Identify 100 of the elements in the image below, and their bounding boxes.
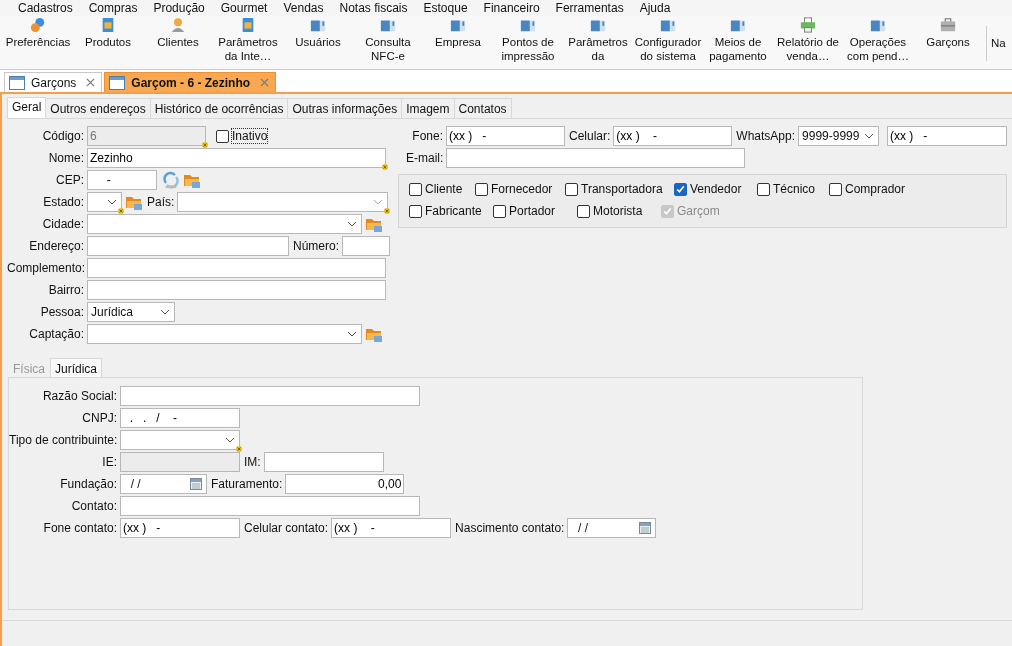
checkbox-label: Cliente (425, 182, 463, 196)
menu-item[interactable]: Compras (80, 1, 146, 15)
checkbox-label: Portador (509, 204, 556, 218)
checkbox[interactable] (216, 129, 229, 143)
field-label: Estado: (42, 195, 85, 209)
checkbox-label: Vendedor (690, 182, 742, 196)
field-label: CEP: (55, 173, 85, 187)
city-dropdown[interactable] (87, 214, 362, 234)
person-type-dropdown[interactable]: Jurídica (87, 302, 175, 322)
toolbar-button[interactable]: Empresa (422, 16, 494, 69)
toolbar-button[interactable]: Operações com pend… (842, 16, 914, 69)
menu-item[interactable]: Financeiro (475, 1, 548, 15)
checkbox[interactable] (757, 182, 770, 196)
chevron-icon (225, 437, 235, 443)
checkbox-label: Fabricante (425, 204, 482, 218)
menu-item[interactable]: Ferramentas (547, 1, 632, 15)
postal-code-field[interactable]: - (87, 170, 157, 190)
form-tab[interactable]: Outras informações (287, 98, 403, 118)
toolbar-button[interactable]: Usuários (282, 16, 354, 69)
toolbar-button[interactable]: Meios de pagamento (702, 16, 774, 69)
state-dropdown[interactable] (87, 192, 122, 212)
district-field[interactable] (87, 280, 386, 300)
checkbox-label: Transportadora (581, 182, 663, 196)
person-type-tab[interactable]: Jurídica (50, 358, 103, 377)
name-field[interactable]: Zezinho (87, 148, 386, 168)
window-icon (9, 75, 25, 90)
toolbar-button[interactable]: Garçons (912, 16, 984, 69)
field-label: Fone: (411, 129, 444, 143)
chevron-icon (160, 309, 170, 315)
toolbar-button[interactable]: Relatório de venda… (772, 16, 844, 69)
checkbox[interactable] (577, 204, 590, 218)
number-field[interactable] (342, 236, 390, 256)
contact-field[interactable] (120, 496, 420, 516)
company-name-field[interactable] (120, 386, 420, 406)
field-label: Faturamento: (210, 477, 284, 491)
checkbox[interactable] (409, 204, 422, 218)
country-dropdown[interactable] (177, 192, 389, 212)
calendar-icon[interactable] (190, 478, 202, 490)
complement-field[interactable] (87, 258, 386, 278)
menu-item[interactable]: Gourmet (212, 1, 276, 15)
checkbox[interactable] (565, 182, 578, 196)
revenue-field[interactable]: 0,00 (285, 474, 405, 494)
toolbar-button[interactable]: Parâmetros da (562, 16, 634, 69)
source-dropdown[interactable] (87, 324, 362, 344)
taxpayer-type-dropdown[interactable] (120, 430, 240, 450)
contact-mobile-field[interactable]: (xx ) - (331, 518, 452, 538)
document-tab[interactable]: Garçons (4, 72, 103, 92)
municipal-registration-field[interactable] (263, 452, 384, 472)
toolbar-button[interactable]: Clientes (142, 16, 214, 69)
menu-item[interactable]: Estoque (415, 1, 476, 15)
field-label: Razão Social: (41, 389, 118, 403)
form-tab[interactable]: Imagem (401, 98, 455, 118)
field-label: Complemento: (7, 261, 87, 275)
toolbar-button[interactable]: Configurador do sistema (632, 16, 704, 69)
close-icon[interactable] (260, 78, 270, 87)
calendar-icon[interactable] (639, 522, 652, 534)
toolbar-button[interactable]: Consulta NFC-e (352, 16, 424, 69)
toolbar-button[interactable]: Produtos (72, 16, 144, 69)
form-tab[interactable]: Outros endereços (45, 98, 151, 118)
whatsapp-field[interactable]: (xx ) - (887, 126, 1007, 146)
address-field[interactable] (87, 236, 289, 256)
phone-field[interactable]: (xx ) - (446, 126, 565, 146)
checkbox[interactable] (493, 204, 506, 218)
mobile-field[interactable]: (xx ) - (613, 126, 733, 146)
field-label: IM: (243, 455, 262, 469)
contact-phone-field[interactable]: (xx ) - (120, 518, 240, 538)
email-field[interactable] (446, 148, 745, 168)
document-tab[interactable]: Garçom - 6 - Zezinho (104, 72, 277, 92)
field-label: WhatsApp: (735, 129, 797, 143)
tax-id-field[interactable]: . . / - (120, 408, 240, 428)
menu-item[interactable]: Ajuda (631, 1, 679, 15)
document-icon (100, 17, 116, 33)
field-label: Nascimento contato: (454, 521, 566, 535)
menu-item[interactable]: Notas fiscais (331, 1, 416, 15)
gear-icon (30, 17, 46, 33)
format-dropdown[interactable]: 9999-9999 (798, 126, 879, 146)
toolbar-button[interactable]: Parâmetros da Inte… (212, 16, 284, 69)
checkbox[interactable] (409, 182, 422, 196)
field-label: Contato: (70, 499, 118, 513)
toolbar-button[interactable]: Pontos de impressão (492, 16, 564, 69)
field-label: IE: (101, 455, 118, 469)
document-icon (240, 17, 256, 33)
field-label: Celular: (568, 129, 612, 143)
field-label: Celular contato: (243, 521, 330, 535)
date-field[interactable]: / / (567, 518, 657, 538)
checkbox[interactable] (829, 182, 842, 196)
menu-item[interactable]: Produção (145, 1, 213, 15)
toolbar-button[interactable]: Preferências (2, 16, 74, 69)
checkbox[interactable] (674, 182, 687, 196)
form-tab[interactable]: Geral (7, 97, 47, 118)
checkbox-label: Inativo (232, 129, 268, 143)
refresh-icon[interactable] (162, 171, 180, 189)
toolbar-button[interactable]: Na (989, 16, 1007, 69)
menu-item[interactable]: Vendas (275, 1, 332, 15)
form-tab[interactable]: Contatos (453, 98, 512, 118)
checkbox[interactable] (475, 182, 488, 196)
tab-title: Garçons (31, 75, 77, 90)
close-icon[interactable] (86, 78, 96, 87)
menu-item[interactable]: Cadastros (10, 1, 81, 15)
date-field[interactable]: / / (120, 474, 207, 494)
